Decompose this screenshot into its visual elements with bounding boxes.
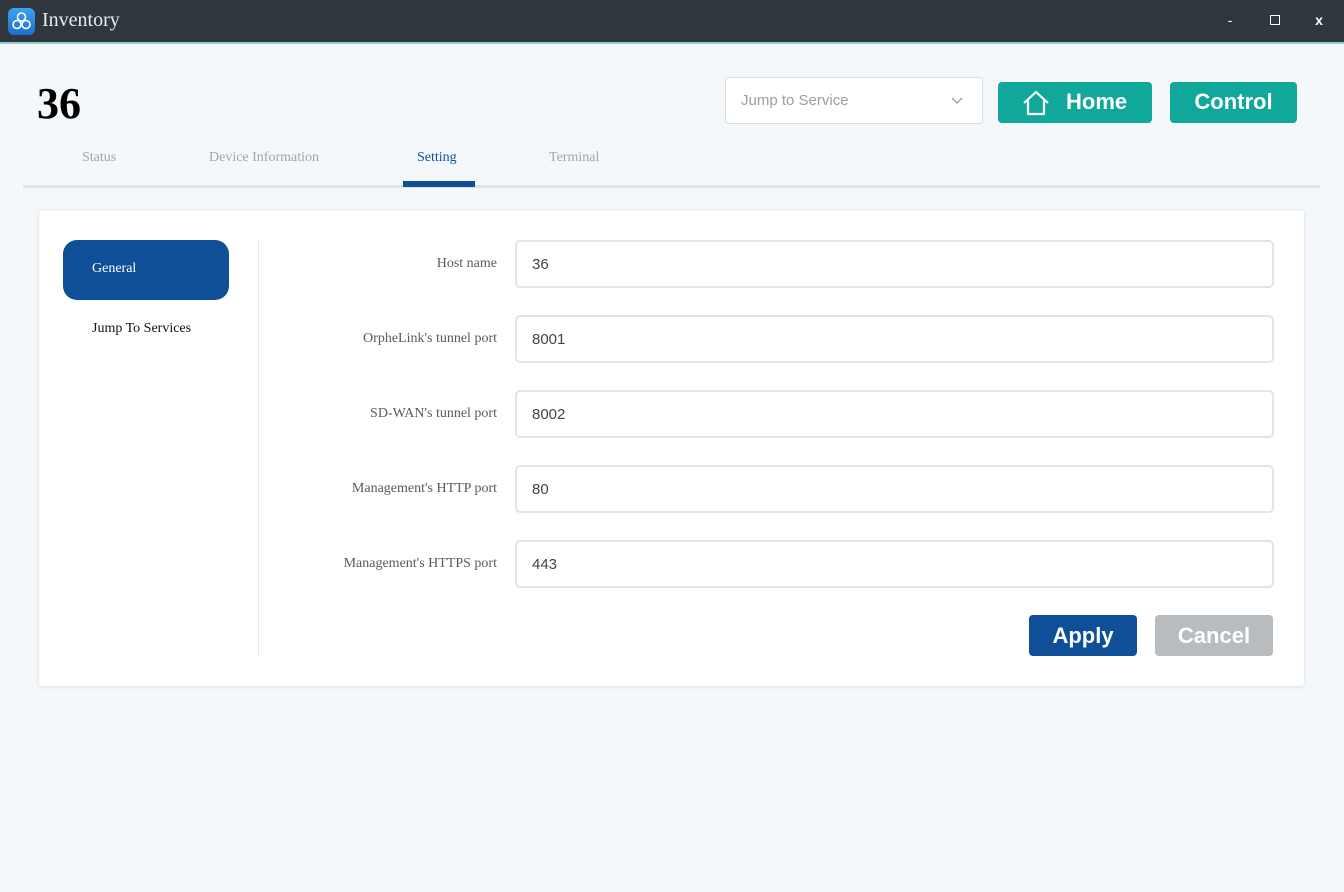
https-port-label: Management's HTTPS port <box>343 556 497 571</box>
host-name-input[interactable] <box>515 240 1274 288</box>
host-name-label: Host name <box>436 256 497 271</box>
cancel-button[interactable]: Cancel <box>1155 615 1273 656</box>
home-button[interactable]: Home <box>998 82 1152 123</box>
https-port-row: Management's HTTPS port <box>259 540 1274 588</box>
host-name-row: Host name <box>259 240 1274 288</box>
orphelink-tunnel-port-label: OrpheLink's tunnel port <box>363 331 497 346</box>
tab-bar: Status Device Information Setting Termin… <box>23 140 1320 188</box>
sidebar-item-label: Jump To Services <box>92 321 192 336</box>
window-title: Inventory <box>42 9 120 31</box>
home-icon <box>1023 90 1049 116</box>
jump-to-service-placeholder: Jump to Service <box>741 92 849 109</box>
sidebar-item-general[interactable]: General <box>63 240 229 300</box>
minimize-button[interactable]: - <box>1219 10 1241 30</box>
tab-setting[interactable]: Setting <box>417 150 457 166</box>
home-button-label: Home <box>1066 89 1128 114</box>
tab-status[interactable]: Status <box>82 150 116 166</box>
sdwan-tunnel-port-row: SD-WAN's tunnel port <box>259 390 1274 438</box>
http-port-input[interactable] <box>515 465 1274 513</box>
control-button[interactable]: Control <box>1170 82 1297 123</box>
apply-button[interactable]: Apply <box>1029 615 1137 656</box>
maximize-button[interactable] <box>1264 10 1286 30</box>
close-button[interactable]: x <box>1308 10 1330 30</box>
sidebar-item-label: General <box>92 261 137 276</box>
control-button-label: Control <box>1194 89 1273 114</box>
http-port-label: Management's HTTP port <box>351 481 497 496</box>
window-titlebar: Inventory - x <box>0 0 1344 44</box>
orphelink-tunnel-port-input[interactable] <box>515 315 1274 363</box>
https-port-input[interactable] <box>515 540 1274 588</box>
tab-device-information[interactable]: Device Information <box>209 150 319 166</box>
sidebar-item-jump-to-services[interactable]: Jump To Services <box>63 300 229 360</box>
sdwan-tunnel-port-label: SD-WAN's tunnel port <box>370 406 497 421</box>
settings-card: General Jump To Services Host name Orphe… <box>38 209 1305 687</box>
maximize-icon <box>1270 14 1280 25</box>
page-title: 36 <box>37 79 81 128</box>
jump-to-service-select[interactable]: Jump to Service <box>725 77 983 124</box>
orphelink-tunnel-port-row: OrpheLink's tunnel port <box>259 315 1274 363</box>
app-logo-icon <box>8 8 35 35</box>
sdwan-tunnel-port-input[interactable] <box>515 390 1274 438</box>
http-port-row: Management's HTTP port <box>259 465 1274 513</box>
tab-terminal[interactable]: Terminal <box>549 150 599 166</box>
active-tab-indicator <box>403 181 475 187</box>
chevron-down-icon <box>951 97 963 104</box>
sidebar-divider <box>258 240 259 656</box>
